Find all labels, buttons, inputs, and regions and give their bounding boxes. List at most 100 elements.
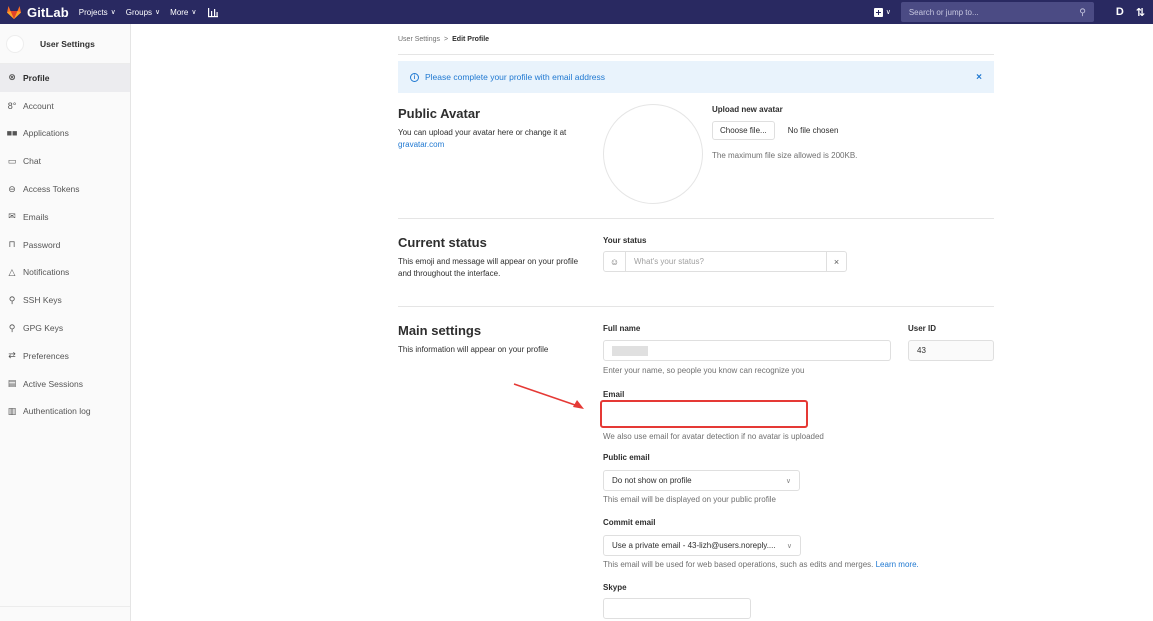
- chevron-down-icon: ∨: [885, 9, 891, 16]
- breadcrumb-parent[interactable]: User Settings: [398, 36, 440, 43]
- status-label: Your status: [603, 236, 647, 245]
- settings-sidebar: User Settings ⊗ Profile 8° Account ■■ Applica…: [0, 24, 131, 621]
- sidebar-item-active-sessions[interactable]: ▤ Active Sessions: [0, 370, 130, 398]
- main-settings-desc: This information will appear on your pro…: [398, 345, 549, 354]
- chat-icon: ▭: [7, 155, 17, 166]
- sidebar-item-label: Authentication log: [23, 406, 91, 417]
- nav-groups-label: Groups: [125, 7, 153, 17]
- nav-projects[interactable]: Projects ∨: [79, 8, 116, 17]
- avatar-section-desc: You can upload your avatar here or chang…: [398, 127, 588, 151]
- account-icon: 8°: [7, 100, 17, 111]
- full-name-input[interactable]: [603, 340, 891, 361]
- avatar-size-help: The maximum file size allowed is 200KB.: [712, 151, 858, 160]
- sidebar-item-gpg-keys[interactable]: ⚲ GPG Keys: [0, 314, 130, 342]
- brand-name: GitLab: [27, 4, 69, 20]
- commit-email-help: This email will be used for web based op…: [603, 560, 919, 569]
- no-file-text: No file chosen: [787, 126, 839, 135]
- commit-email-value: Use a private email - 43-lizh@users.nore…: [612, 541, 776, 550]
- lock-icon: ⊓: [8, 239, 16, 250]
- email-icon: ✉: [8, 211, 16, 222]
- avatar-section-title: Public Avatar: [398, 106, 481, 121]
- public-email-value: Do not show on profile: [612, 476, 692, 485]
- sidebar-item-preferences[interactable]: ⇄ Preferences: [0, 342, 130, 370]
- commit-email-select[interactable]: Use a private email - 43-lizh@users.nore…: [603, 535, 801, 556]
- profile-alert: i Please complete your profile with emai…: [398, 61, 994, 93]
- smiley-icon[interactable]: ☺: [604, 252, 626, 271]
- learn-more-link[interactable]: Learn more.: [876, 560, 919, 569]
- sidebar-item-access-tokens[interactable]: ⊖ Access Tokens: [0, 175, 130, 203]
- nav-projects-label: Projects: [78, 7, 108, 17]
- info-icon: i: [410, 72, 419, 82]
- gpg-key-icon: ⚲: [8, 322, 16, 333]
- status-input-group: ☺ What's your status? ×: [603, 251, 847, 272]
- avatar-desc-text: You can upload your avatar here or chang…: [398, 128, 567, 137]
- redacted-name: [612, 345, 648, 356]
- new-item-dropdown[interactable]: ∨: [873, 7, 891, 17]
- activity-chart-icon[interactable]: [207, 6, 219, 18]
- sidebar-item-authentication-log[interactable]: ▥ Authentication log: [0, 398, 130, 426]
- sidebar-item-profile[interactable]: ⊗ Profile: [0, 64, 130, 92]
- search-placeholder: Search or jump to...: [908, 7, 979, 17]
- sidebar-item-emails[interactable]: ✉ Emails: [0, 203, 130, 231]
- preferences-icon: ⇄: [8, 350, 16, 361]
- commit-email-label: Commit email: [603, 518, 656, 527]
- sidebar-item-account[interactable]: 8° Account: [0, 92, 130, 120]
- issues-icon[interactable]: ⇅: [1136, 6, 1145, 19]
- nav-more-label: More: [170, 7, 189, 17]
- public-email-label: Public email: [603, 453, 650, 462]
- status-input[interactable]: What's your status?: [626, 252, 826, 271]
- upload-avatar-label: Upload new avatar: [712, 105, 783, 114]
- user-id-field: 43: [908, 340, 994, 361]
- merge-request-icon[interactable]: D: [1116, 6, 1124, 18]
- chevron-down-icon: ∨: [191, 9, 197, 16]
- sidebar-item-label: Profile: [23, 72, 50, 83]
- key-icon: ⚲: [8, 294, 16, 305]
- bell-icon: △: [8, 266, 16, 277]
- gravatar-link[interactable]: gravatar.com: [398, 140, 444, 149]
- search-icon: ⚲: [1079, 6, 1086, 17]
- sidebar-item-chat[interactable]: ▭ Chat: [0, 147, 130, 175]
- avatar[interactable]: [6, 34, 24, 53]
- sidebar-item-label: Account: [23, 100, 54, 111]
- choose-file-button[interactable]: Choose file...: [712, 121, 775, 140]
- sidebar-item-label: Preferences: [23, 350, 69, 361]
- chevron-down-icon: ∨: [155, 9, 161, 16]
- nav-groups[interactable]: Groups ∨: [126, 8, 160, 17]
- public-email-select[interactable]: Do not show on profile ∨: [603, 470, 800, 491]
- nav-more[interactable]: More ∨: [170, 8, 196, 17]
- sidebar-item-label: GPG Keys: [23, 323, 64, 334]
- full-name-help: Enter your name, so people you know can …: [603, 366, 805, 375]
- sidebar-item-password[interactable]: ⊓ Password: [0, 231, 130, 259]
- sidebar-header: User Settings: [0, 24, 130, 64]
- alert-text: Please complete your profile with email …: [425, 72, 606, 82]
- clear-status-icon[interactable]: ×: [826, 252, 846, 271]
- sidebar-item-label: Chat: [23, 156, 41, 167]
- annotation-arrow-icon: [513, 383, 584, 409]
- top-navbar: GitLab Projects ∨ Groups ∨ More ∨ ∨ Search …: [0, 0, 1153, 24]
- skype-input[interactable]: [603, 598, 751, 619]
- user-id-label: User ID: [908, 324, 937, 333]
- upload-avatar-group: Upload new avatar Choose file... No file…: [712, 105, 857, 160]
- sidebar-item-label: Applications: [23, 128, 69, 139]
- search-input[interactable]: Search or jump to... ⚲: [900, 2, 1094, 22]
- plus-icon: [873, 7, 883, 17]
- breadcrumb: User Settings > Edit Profile: [398, 24, 994, 55]
- sidebar-item-label: Password: [23, 239, 61, 250]
- breadcrumb-separator: >: [444, 35, 449, 43]
- chevron-down-icon: ∨: [786, 542, 792, 550]
- sidebar-item-label: Access Tokens: [23, 184, 80, 195]
- gitlab-logo[interactable]: GitLab: [6, 4, 69, 20]
- sidebar-item-label: Emails: [23, 211, 49, 222]
- monitor-icon: ▤: [7, 378, 17, 389]
- sidebar-item-ssh-keys[interactable]: ⚲ SSH Keys: [0, 286, 130, 314]
- chevron-down-icon: ∨: [785, 477, 791, 485]
- avatar-preview: [603, 104, 703, 204]
- email-input[interactable]: [600, 400, 808, 428]
- status-field-group: Your status ☺ What's your status? ×: [603, 236, 847, 272]
- close-icon[interactable]: ×: [976, 72, 982, 83]
- commit-email-help-text: This email will be used for web based op…: [603, 560, 874, 569]
- chevron-down-icon: ∨: [110, 9, 116, 16]
- sidebar-item-applications[interactable]: ■■ Applications: [0, 120, 130, 148]
- sidebar-item-notifications[interactable]: △ Notifications: [0, 259, 130, 287]
- breadcrumb-current: Edit Profile: [452, 35, 490, 43]
